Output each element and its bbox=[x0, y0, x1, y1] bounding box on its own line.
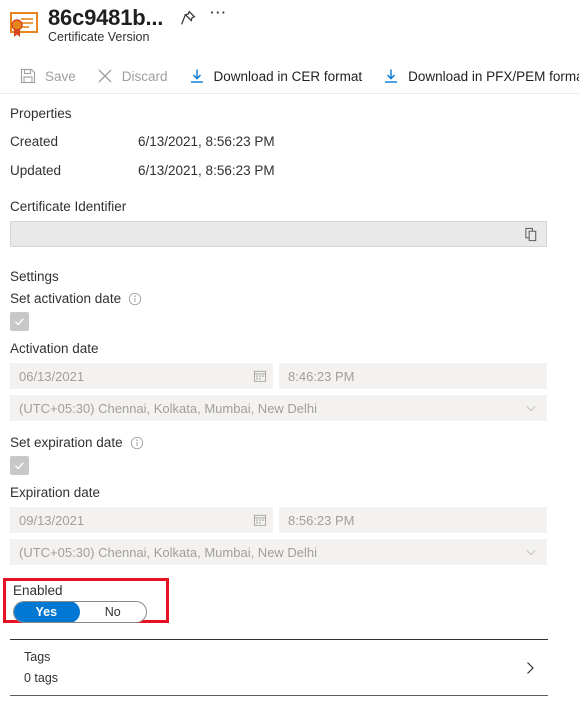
certificate-icon bbox=[8, 10, 40, 40]
activation-timezone-value: (UTC+05:30) Chennai, Kolkata, Mumbai, Ne… bbox=[19, 400, 318, 416]
download-icon bbox=[187, 67, 207, 85]
expiration-timezone-value: (UTC+05:30) Chennai, Kolkata, Mumbai, Ne… bbox=[19, 544, 318, 560]
expiration-date-row: 09/13/2021 8:56:23 PM bbox=[10, 507, 547, 533]
page-subtitle: Certificate Version bbox=[48, 30, 150, 44]
set-expiration-date-checkbox bbox=[10, 456, 29, 475]
updated-value: 6/13/2021, 8:56:23 PM bbox=[138, 163, 275, 178]
main-content: Properties Created 6/13/2021, 8:56:23 PM… bbox=[0, 94, 579, 565]
set-activation-date-label: Set activation date bbox=[10, 291, 122, 306]
settings-heading: Settings bbox=[10, 269, 59, 284]
copy-icon[interactable] bbox=[522, 225, 540, 243]
discard-x-icon bbox=[95, 67, 115, 85]
tags-text: Tags 0 tags bbox=[24, 650, 520, 685]
calendar-icon[interactable] bbox=[252, 513, 267, 528]
info-icon[interactable] bbox=[128, 292, 142, 306]
expiration-date-label: Expiration date bbox=[10, 485, 101, 500]
ellipsis-icon[interactable]: ⋯ bbox=[207, 2, 229, 33]
expiration-date-value: 09/13/2021 bbox=[19, 512, 85, 528]
set-expiration-date-label-row: Set expiration date bbox=[10, 435, 547, 450]
expiration-time-value: 8:56:23 PM bbox=[288, 512, 355, 528]
activation-date-label: Activation date bbox=[10, 341, 99, 356]
save-label: Save bbox=[45, 68, 76, 84]
chevron-down-icon bbox=[523, 400, 539, 416]
save-button[interactable]: Save bbox=[14, 61, 85, 91]
pin-icon[interactable] bbox=[177, 7, 199, 29]
activation-time-input[interactable]: 8:46:23 PM bbox=[279, 363, 547, 389]
calendar-icon[interactable] bbox=[252, 369, 267, 384]
property-row-updated: Updated 6/13/2021, 8:56:23 PM bbox=[10, 156, 547, 185]
info-icon[interactable] bbox=[130, 436, 144, 450]
enabled-highlight-box: Enabled Yes No bbox=[3, 578, 169, 623]
tags-title: Tags bbox=[24, 650, 51, 664]
property-row-created: Created 6/13/2021, 8:56:23 PM bbox=[10, 127, 547, 156]
expiration-time-input[interactable]: 8:56:23 PM bbox=[279, 507, 547, 533]
created-label: Created bbox=[10, 134, 59, 149]
enabled-toggle-yes[interactable]: Yes bbox=[14, 602, 80, 622]
properties-heading: Properties bbox=[10, 106, 72, 121]
tags-count: 0 tags bbox=[24, 671, 59, 685]
download-pfx-pem-label: Download in PFX/PEM format bbox=[408, 68, 579, 84]
discard-label: Discard bbox=[121, 68, 168, 84]
enabled-label: Enabled bbox=[13, 583, 63, 598]
tags-section[interactable]: Tags 0 tags bbox=[10, 639, 548, 696]
set-activation-date-label-row: Set activation date bbox=[10, 291, 547, 306]
page-title: 86c9481b... bbox=[48, 4, 164, 30]
certificate-identifier-field[interactable] bbox=[10, 221, 547, 247]
download-icon bbox=[381, 67, 401, 85]
expiration-date-input[interactable]: 09/13/2021 bbox=[10, 507, 273, 533]
activation-timezone-select[interactable]: (UTC+05:30) Chennai, Kolkata, Mumbai, Ne… bbox=[10, 395, 547, 421]
title-row: 86c9481b... ⋯ bbox=[48, 2, 229, 33]
chevron-down-icon bbox=[523, 544, 539, 560]
activation-time-value: 8:46:23 PM bbox=[288, 368, 355, 384]
command-bar: Save Discard Download in CER format Down… bbox=[0, 59, 579, 94]
download-cer-label: Download in CER format bbox=[213, 68, 363, 84]
download-cer-button[interactable]: Download in CER format bbox=[183, 61, 372, 91]
enabled-toggle-no[interactable]: No bbox=[80, 602, 147, 622]
created-value: 6/13/2021, 8:56:23 PM bbox=[138, 134, 275, 149]
activation-date-input[interactable]: 06/13/2021 bbox=[10, 363, 273, 389]
activation-date-row: 06/13/2021 8:46:23 PM bbox=[10, 363, 547, 389]
chevron-right-icon bbox=[520, 658, 540, 678]
set-activation-date-checkbox bbox=[10, 312, 29, 331]
page-header: 86c9481b... ⋯ Certificate Version bbox=[0, 0, 579, 52]
set-expiration-date-label: Set expiration date bbox=[10, 435, 123, 450]
updated-label: Updated bbox=[10, 163, 62, 178]
download-pfx-pem-button[interactable]: Download in PFX/PEM format bbox=[377, 61, 579, 91]
activation-date-value: 06/13/2021 bbox=[19, 368, 85, 384]
enabled-toggle[interactable]: Yes No bbox=[13, 601, 147, 623]
certificate-identifier-label: Certificate Identifier bbox=[10, 199, 127, 214]
expiration-timezone-select[interactable]: (UTC+05:30) Chennai, Kolkata, Mumbai, Ne… bbox=[10, 539, 547, 565]
save-icon bbox=[18, 67, 38, 85]
discard-button[interactable]: Discard bbox=[91, 61, 177, 91]
